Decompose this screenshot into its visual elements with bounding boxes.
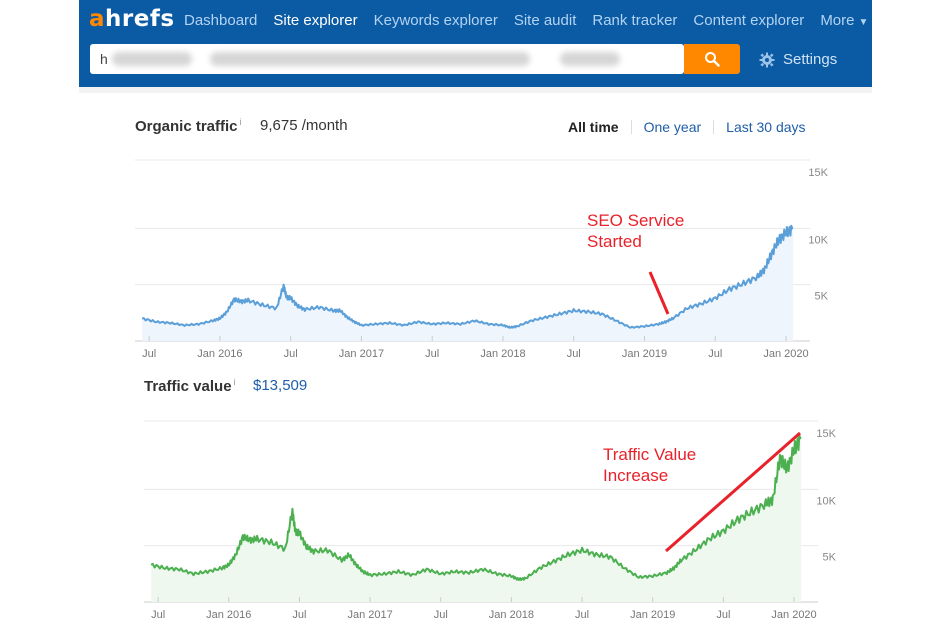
x-tick-label: Jan 2018: [480, 348, 525, 360]
y-tick-label: 10K: [808, 234, 828, 246]
x-tick-label: Jul: [292, 609, 306, 621]
annotation-traffic-value-increase: Traffic Value Increase: [603, 445, 697, 485]
x-tick-label: Jul: [716, 609, 730, 621]
x-tick-label: Jan 2019: [630, 609, 675, 621]
x-tick-label: Jul: [708, 348, 722, 360]
y-tick-label: 5K: [815, 291, 829, 303]
x-tick-label: Jan 2020: [771, 609, 816, 621]
x-tick-label: Jan 2017: [347, 609, 392, 621]
x-tick-label: Jul: [434, 609, 448, 621]
x-tick-label: Jul: [567, 348, 581, 360]
annotation-seo-started: SEO Service Started: [587, 211, 685, 251]
x-tick-label: Jan 2019: [622, 348, 667, 360]
x-tick-label: Jul: [575, 609, 589, 621]
x-tick-label: Jul: [142, 348, 156, 360]
x-tick-label: Jul: [425, 348, 439, 360]
annotation-arrow: [648, 271, 670, 315]
y-tick-label: 15K: [816, 428, 836, 440]
y-tick-label: 10K: [816, 495, 836, 507]
x-tick-label: Jul: [284, 348, 298, 360]
x-tick-label: Jan 2016: [197, 348, 242, 360]
x-tick-label: Jan 2018: [489, 609, 534, 621]
x-tick-label: Jan 2016: [206, 609, 251, 621]
charts-canvas: Jul Jan 2016 Jul Jan 2017 Jul Jan 2018 Jul Jan …: [135, 159, 837, 621]
y-tick-label: 15K: [808, 167, 828, 179]
x-tick-label: Jul: [151, 609, 165, 621]
x-tick-label: Jan 2020: [763, 348, 808, 360]
series-area: [142, 225, 794, 341]
x-tick-label: Jan 2017: [339, 348, 384, 360]
y-tick-label: 5K: [823, 552, 837, 564]
